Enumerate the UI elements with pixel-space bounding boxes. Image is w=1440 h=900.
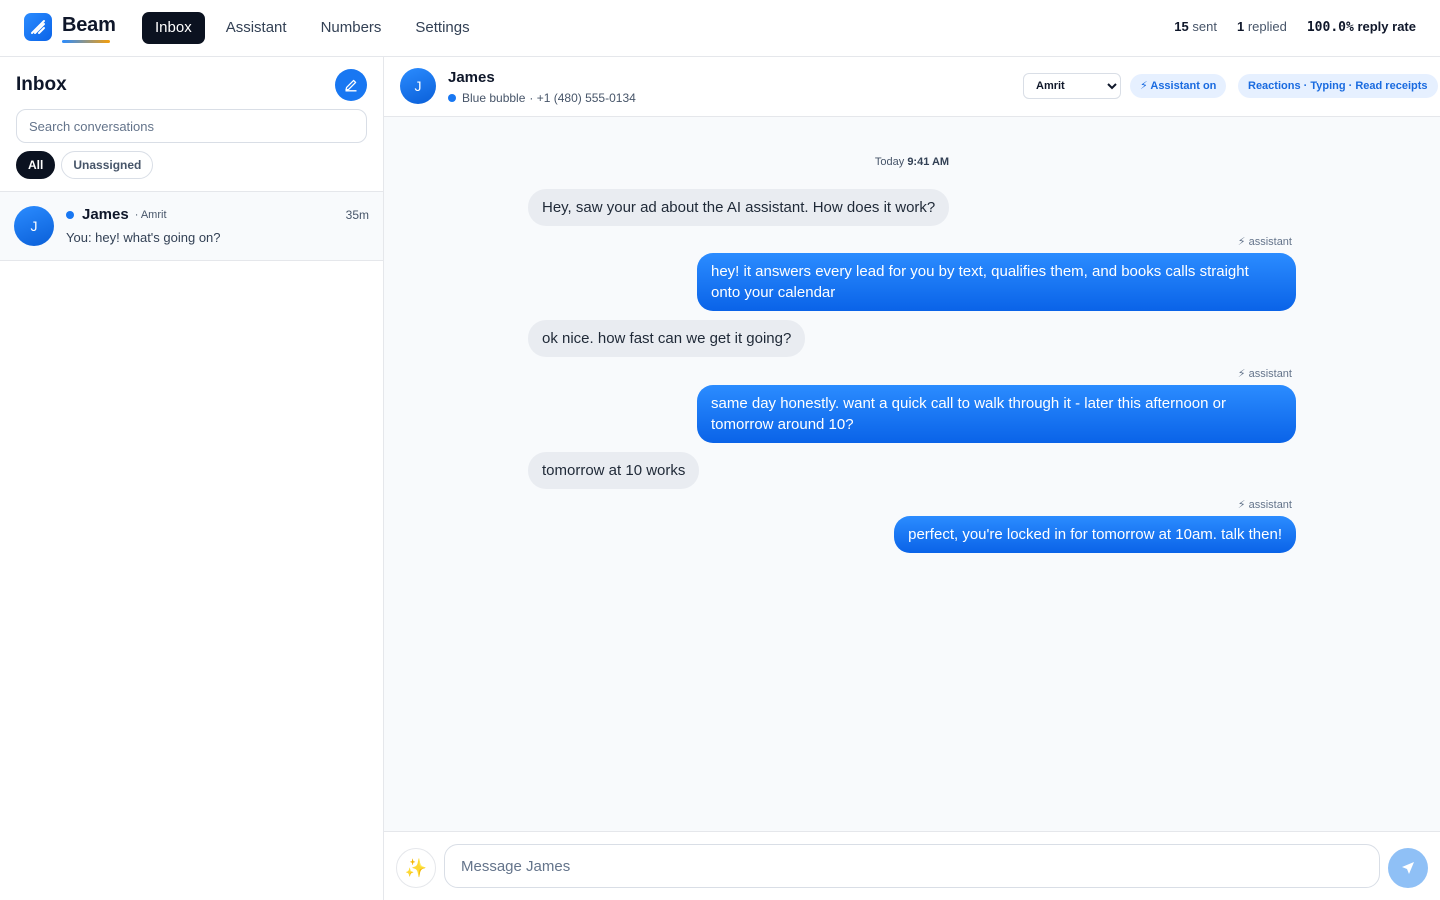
channel-label: Blue bubble (462, 91, 526, 105)
avatar: J (14, 206, 54, 246)
brand-name: Beam (62, 13, 116, 36)
assistant-tag: ⚡ assistant (1237, 236, 1292, 248)
message-outgoing: hey! it answers every lead for you by te… (697, 253, 1296, 311)
message-input[interactable] (444, 844, 1380, 888)
blue-bubble-dot-icon (66, 210, 74, 219)
top-bar: Beam Inbox Assistant Numbers Settings 15… (0, 0, 1440, 57)
message-outgoing: same day honestly. want a quick call to … (697, 385, 1296, 443)
message-incoming: ok nice. how fast can we get it going? (528, 320, 806, 357)
search-input[interactable] (16, 109, 367, 143)
message-incoming: Hey, saw your ad about the AI assistant.… (528, 189, 950, 226)
features-pill[interactable]: Reactions · Typing · Read receipts (1238, 74, 1438, 98)
pencil-icon (345, 79, 357, 92)
conversation-time: 35m (345, 208, 369, 222)
message-incoming: tomorrow at 10 works (528, 452, 700, 489)
sparkles-icon[interactable]: ✨ (396, 848, 436, 888)
filter-unassigned[interactable]: Unassigned (61, 151, 154, 179)
filter-all[interactable]: All (16, 151, 56, 179)
nav-inbox[interactable]: Inbox (142, 12, 205, 44)
message-outgoing: perfect, you're locked in for tomorrow a… (894, 516, 1296, 553)
stat-reply-rate: 100.0% reply rate (1306, 19, 1416, 35)
compose-button[interactable] (335, 69, 367, 101)
chat-header: J James Blue bubble · +1 (480) 555-0134 … (384, 57, 1440, 117)
conversation-header: James · Amrit (66, 206, 167, 223)
assistant-status-pill[interactable]: ⚡ Assistant on (1130, 74, 1227, 98)
stats: 15 sent 1 replied 100.0% reply rate (1174, 19, 1416, 35)
inbox-title: Inbox (16, 74, 67, 95)
stat-sent: 15 sent (1174, 19, 1217, 34)
conversation-preview: You: hey! what's going on? (66, 230, 221, 245)
nav-numbers[interactable]: Numbers (308, 12, 395, 44)
chat-contact-name: James (448, 69, 495, 86)
send-icon (1402, 862, 1414, 874)
chat-panel: J James Blue bubble · +1 (480) 555-0134 … (384, 57, 1440, 900)
assistant-tag: ⚡ assistant (1237, 368, 1292, 380)
beam-logo-icon (24, 13, 52, 41)
filter-chips: All Unassigned (16, 151, 154, 179)
assignee-select[interactable]: Amrit (1023, 73, 1121, 99)
main-nav: Inbox Assistant Numbers Settings (142, 12, 483, 44)
chat-contact-meta: Blue bubble · +1 (480) 555-0134 (448, 91, 636, 105)
nav-settings[interactable]: Settings (402, 12, 482, 44)
send-button[interactable] (1388, 848, 1428, 888)
brand[interactable]: Beam (24, 13, 116, 43)
contact-avatar: J (400, 68, 436, 104)
contact-name: James (82, 206, 129, 223)
brand-underline (62, 40, 110, 43)
assistant-tag: ⚡ assistant (1237, 499, 1292, 511)
blue-bubble-dot-icon (448, 94, 456, 102)
conversation-item[interactable]: J James · Amrit 35m You: hey! what's goi… (0, 192, 383, 261)
stat-replied: 1 replied (1236, 19, 1287, 34)
timestamp: Today 9:41 AM (874, 156, 950, 168)
sidebar: Inbox All Unassigned J James · Amrit 35m… (0, 57, 384, 900)
nav-assistant[interactable]: Assistant (213, 12, 300, 44)
assignee-label: · Amrit (134, 208, 167, 221)
composer: ✨ (384, 831, 1440, 900)
phone-number: · +1 (480) 555-0134 (529, 91, 636, 105)
